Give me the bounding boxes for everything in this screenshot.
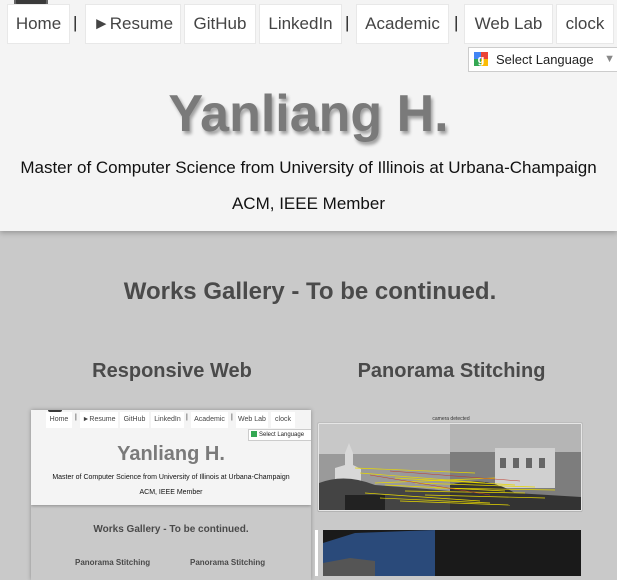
site-header: Home | ►Resume GitHub LinkedIn | Academi… — [0, 0, 617, 231]
thumbnail-nav: Home | ►Resume GitHub LinkedIn | Academi… — [31, 412, 311, 428]
nav-resume[interactable]: ►Resume — [85, 4, 181, 44]
membership-text: ACM, IEEE Member — [0, 194, 617, 214]
thumbnail-nav-separator: | — [186, 414, 188, 421]
svg-text:g: g — [478, 54, 485, 66]
thumbnail-nav-item: Home — [46, 412, 72, 428]
thumbnail-gallery-title: Works Gallery - To be continued. — [31, 524, 311, 535]
plot-title: camera detected — [432, 416, 469, 422]
degree-text: Master of Computer Science from Universi… — [0, 158, 617, 178]
thumbnail-nav-item: GitHub — [120, 412, 149, 428]
thumbnail-nav-item: LinkedIn — [151, 412, 184, 428]
thumbnail-degree-text: Master of Computer Science from Universi… — [31, 474, 311, 481]
window — [500, 458, 506, 468]
thumbnail-language-select: Select Language — [248, 429, 311, 441]
thumbnail-language-label: Select Language — [259, 432, 304, 438]
site-title: Yanliang H. — [0, 84, 617, 144]
google-icon — [251, 431, 257, 437]
thumbnail-membership-text: ACM, IEEE Member — [31, 489, 311, 496]
gallery-column-title: Panorama Stitching — [340, 360, 563, 383]
left-sky — [319, 424, 450, 454]
chevron-down-icon: ▼ — [604, 48, 615, 71]
thumbnail-column-title: Panorama Stitching — [190, 558, 265, 567]
right-sky — [450, 424, 581, 452]
thumbnail-nav-separator: | — [75, 414, 77, 421]
language-select[interactable]: g Select Language ▼ — [468, 47, 617, 72]
axis-line — [315, 530, 318, 576]
thumbnail-header: Home | ►Resume GitHub LinkedIn | Academi… — [31, 410, 311, 505]
thumbnail-nav-item: Academic — [191, 412, 228, 428]
nav-web-lab[interactable]: Web Lab — [464, 4, 553, 44]
thumbnail-nav-separator: | — [231, 414, 233, 421]
thumbnail-nav-item: Web Lab — [236, 412, 268, 428]
gallery-title: Works Gallery - To be continued. — [0, 278, 617, 306]
thumbnail-nav-item: ►Resume — [80, 412, 118, 428]
left-shadow — [345, 495, 385, 510]
top-nav: Home | ►Resume GitHub LinkedIn | Academi… — [0, 4, 617, 44]
nav-academic[interactable]: Academic — [356, 4, 449, 44]
language-select-label: Select Language — [496, 48, 594, 71]
gallery-column-title: Responsive Web — [62, 360, 282, 383]
window — [526, 458, 532, 468]
panorama-image: camera detected — [315, 413, 585, 576]
nav-separator: | — [73, 13, 77, 33]
window — [539, 458, 545, 468]
thumbnail-column-title: Panorama Stitching — [75, 558, 150, 567]
thumbnail-nav-item: clock — [271, 412, 295, 428]
thumbnail-site-title: Yanliang H. — [31, 443, 311, 466]
nav-clock[interactable]: clock — [556, 4, 614, 44]
responsive-web-thumbnail[interactable]: Home | ►Resume GitHub LinkedIn | Academi… — [31, 410, 311, 580]
window — [513, 458, 519, 468]
panorama-stitching-thumbnail[interactable]: camera detected — [315, 413, 585, 576]
nav-home[interactable]: Home — [7, 4, 70, 44]
google-icon: g — [474, 52, 488, 66]
nav-github[interactable]: GitHub — [184, 4, 256, 44]
nav-separator: | — [454, 13, 458, 33]
nav-separator: | — [345, 13, 349, 33]
nav-linkedin[interactable]: LinkedIn — [259, 4, 342, 44]
